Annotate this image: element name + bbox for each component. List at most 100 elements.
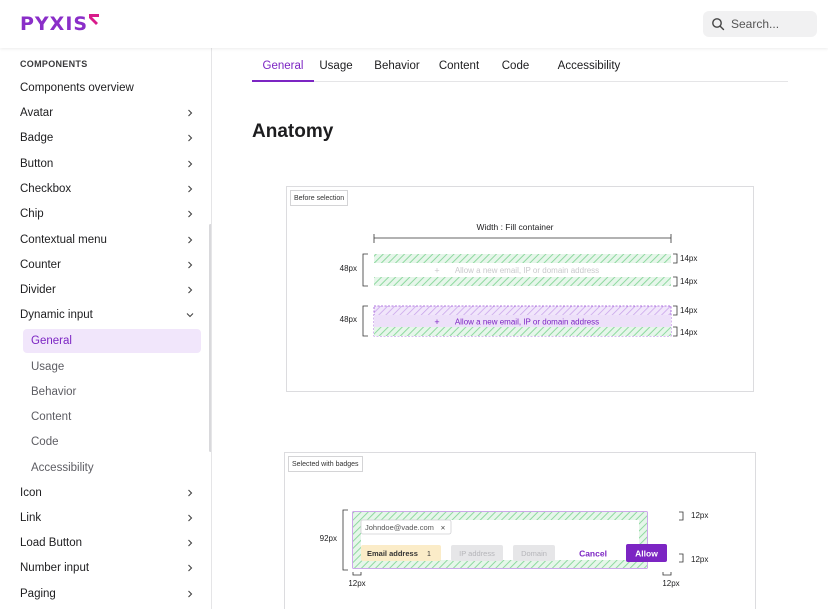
sidebar-subitem-general[interactable]: General — [23, 329, 201, 354]
sidebar-item-label: Counter — [20, 258, 61, 271]
tab-accessibility[interactable]: Accessibility — [548, 54, 630, 82]
sidebar-item-label: Chip — [20, 208, 44, 221]
logo-text: PYXIS — [20, 13, 89, 35]
chevron-right-icon — [188, 185, 193, 193]
sidebar-item-button[interactable]: Button — [20, 152, 194, 176]
sidebar-item-label: Badge — [20, 132, 54, 145]
ip-tab-label: IP address — [459, 549, 495, 558]
page-title: Anatomy — [252, 121, 334, 142]
sidebar-subitem-label: Behavior — [31, 385, 77, 398]
padding-label: 14px — [680, 254, 697, 263]
sidebar-item-label: Avatar — [20, 107, 54, 119]
chevron-right-icon — [188, 590, 193, 598]
height-label: 48px — [340, 315, 357, 324]
sidebar-subitem-label: Usage — [31, 360, 65, 373]
sidebar-subitem-accessibility[interactable]: Accessibility — [23, 456, 201, 480]
chevron-right-icon — [188, 286, 193, 294]
chevron-right-icon — [188, 261, 193, 269]
sidebar-item-dynamic-input[interactable]: Dynamic input — [20, 303, 194, 327]
padding-label: 12px — [691, 555, 708, 564]
sidebar-subitem-label: Accessibility — [31, 461, 94, 474]
anatomy-figure-before-selection: Before selection Width : Fill container … — [286, 186, 754, 392]
sidebar-item-counter[interactable]: Counter — [20, 253, 194, 277]
padding-label: 14px — [680, 306, 697, 315]
chevron-right-icon — [188, 539, 193, 547]
top-bar: PYXIS — [0, 0, 828, 48]
pyxis-logo[interactable]: PYXIS — [20, 12, 100, 35]
chevron-right-icon — [188, 565, 193, 572]
field-placeholder-text: Allow a new email, IP or domain address — [455, 266, 599, 275]
email-chip-text: Johndoe@vade.com — [365, 523, 434, 532]
anatomy-diagram-badges: Johndoe@vade.com × Email address 1 IP ad… — [320, 509, 708, 588]
sidebar-item-checkbox[interactable]: Checkbox — [20, 177, 194, 201]
sidebar-item-paging[interactable]: Paging — [20, 582, 194, 606]
logo-mark-icon — [89, 14, 100, 25]
allow-button: Allow — [635, 549, 658, 559]
chevron-right-icon — [188, 160, 193, 167]
plus-icon: + — [434, 317, 439, 327]
sidebar-item-label: Icon — [20, 486, 42, 499]
sidebar-item-divider[interactable]: Divider — [20, 278, 194, 302]
sidebar-subitem-label: Code — [31, 436, 59, 449]
sidebar-subitem-label: General — [31, 335, 72, 348]
chip-close-icon: × — [441, 524, 446, 533]
chevron-right-icon — [188, 236, 193, 243]
padding-label: 14px — [680, 277, 697, 286]
search-box[interactable] — [703, 11, 817, 37]
sidebar-item-label: Load Button — [20, 537, 83, 550]
sidebar-subitem-content[interactable]: Content — [23, 405, 201, 429]
chevron-right-icon — [188, 210, 193, 218]
tab-content[interactable]: Content — [433, 54, 485, 82]
sidebar-item-label: Contextual menu — [20, 233, 107, 246]
width-label: Width : Fill container — [477, 222, 554, 232]
sidebar-subitem-usage[interactable]: Usage — [23, 355, 201, 379]
sidebar-item-load-button[interactable]: Load Button — [20, 531, 194, 555]
sidebar: COMPONENTS Components overview Avatar Bad… — [0, 48, 212, 609]
sidebar-item-avatar[interactable]: Avatar — [20, 101, 194, 125]
chevron-right-icon — [188, 514, 193, 522]
sidebar-subitem-behavior[interactable]: Behavior — [23, 380, 201, 404]
cancel-button: Cancel — [579, 549, 607, 559]
sidebar-item-icon[interactable]: Icon — [20, 481, 194, 505]
tab-general[interactable]: General — [252, 54, 314, 82]
anatomy-diagram-before: Width : Fill container Allow a new email… — [340, 222, 698, 337]
search-input[interactable] — [731, 17, 811, 31]
chevron-right-icon — [188, 489, 193, 496]
sidebar-item-components-overview[interactable]: Components overview — [20, 76, 194, 100]
sidebar-item-label: Link — [20, 511, 42, 524]
anatomy-figure-selected-badges: Selected with badges Johndoe@vade.com × … — [284, 452, 756, 609]
height-label: 92px — [320, 534, 337, 543]
sidebar-subitem-code[interactable]: Code — [23, 430, 201, 454]
search-icon — [712, 18, 725, 31]
chevron-right-icon — [188, 134, 193, 142]
chevron-down-icon — [186, 313, 194, 318]
height-label: 48px — [340, 264, 357, 273]
tab-usage[interactable]: Usage — [313, 54, 359, 82]
sidebar-item-badge[interactable]: Badge — [20, 126, 194, 150]
chevron-right-icon — [188, 109, 193, 117]
sidebar-item-link[interactable]: Link — [20, 506, 194, 530]
email-tab-count: 1 — [427, 551, 431, 558]
sidebar-section-title: COMPONENTS — [20, 59, 88, 69]
domain-tab-label: Domain — [521, 549, 547, 558]
sidebar-item-label: Checkbox — [20, 182, 72, 195]
padding-label: 12px — [691, 511, 708, 520]
sidebar-item-chip[interactable]: Chip — [20, 202, 194, 226]
sidebar-item-label: Components overview — [20, 82, 134, 94]
sidebar-item-label: Button — [20, 157, 54, 170]
tab-code[interactable]: Code — [497, 54, 534, 82]
plus-icon: + — [434, 266, 439, 276]
sidebar-item-label: Divider — [20, 284, 56, 297]
tab-behavior[interactable]: Behavior — [369, 54, 425, 82]
sidebar-item-contextual-menu[interactable]: Contextual menu — [20, 228, 194, 252]
sidebar-item-label: Paging — [20, 587, 56, 600]
sidebar-item-number-input[interactable]: Number input — [20, 556, 194, 580]
padding-label: 14px — [680, 328, 697, 337]
field-focused-text: Allow a new email, IP or domain address — [455, 318, 599, 327]
sidebar-item-label: Number input — [20, 562, 90, 575]
email-tab-label: Email address — [367, 549, 418, 558]
padding-label: 12px — [662, 579, 679, 588]
sidebar-subitem-label: Content — [31, 411, 72, 424]
sidebar-scrollbar[interactable] — [209, 224, 211, 452]
content-tabs: General Usage Behavior Content Code Accessibi… — [252, 54, 788, 82]
